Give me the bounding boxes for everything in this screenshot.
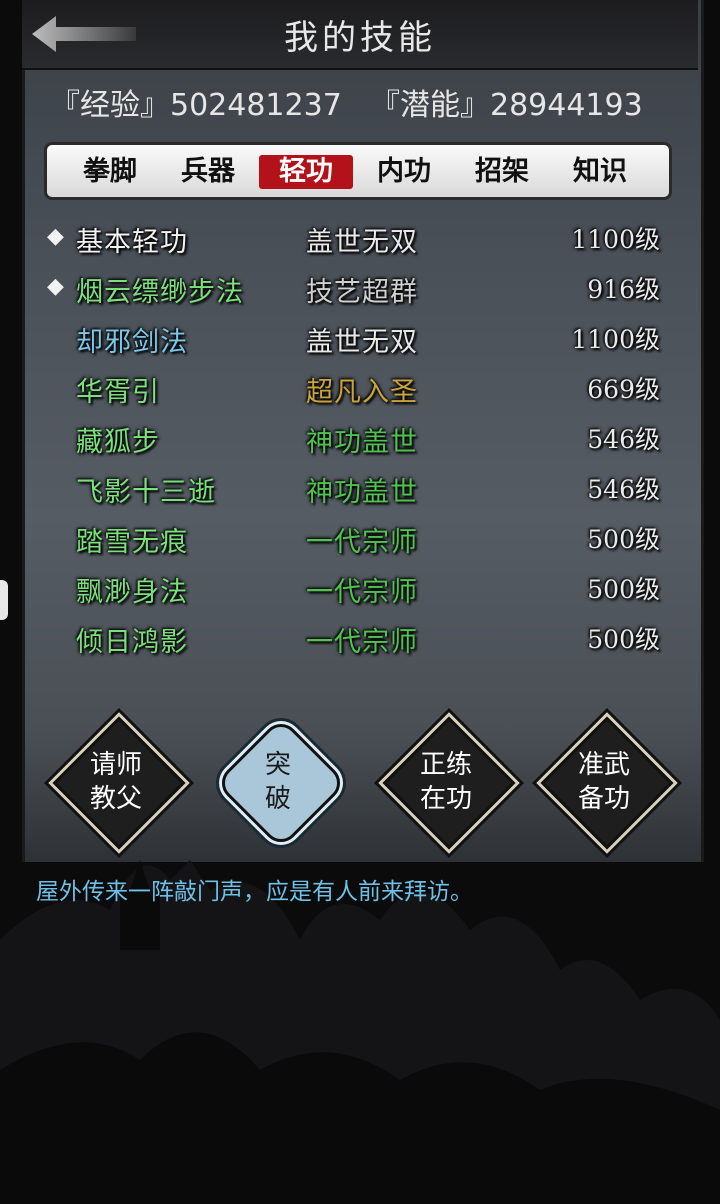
skill-row[interactable]: 飘渺身法 一代宗师 500级: [44, 562, 672, 612]
skill-rank: 神功盖世: [306, 427, 418, 458]
label-line-2: 破: [264, 784, 291, 814]
tab-3[interactable]: 内功: [357, 155, 451, 189]
skill-name: 却邪剑法: [76, 327, 188, 358]
tab-0[interactable]: 拳脚: [63, 155, 157, 189]
label-line-2: 教父: [89, 784, 142, 814]
skill-rank: 盖世无双: [306, 227, 418, 258]
skill-level: 500级: [587, 575, 660, 604]
tab-1[interactable]: 兵器: [161, 155, 255, 189]
skill-row[interactable]: 却邪剑法 盖世无双 1100级: [44, 312, 672, 362]
skill-level: 669级: [587, 375, 660, 404]
label-line-1: 准武: [577, 750, 630, 780]
skill-level: 1100级: [571, 225, 660, 254]
label-line-2: 备功: [577, 784, 630, 814]
page-title: 我的技能: [284, 18, 436, 58]
side-handle[interactable]: [0, 580, 8, 620]
action-button-label: 准武 备功: [542, 748, 666, 816]
skill-rank: 一代宗师: [306, 627, 418, 658]
label-line-2: 在功: [419, 784, 472, 814]
skill-row[interactable]: 倾日鸿影 一代宗师 500级: [44, 612, 672, 662]
selected-marker-icon: ◆: [47, 274, 64, 299]
skill-level: 546级: [587, 475, 660, 504]
skill-row[interactable]: 藏狐步 神功盖世 546级: [44, 412, 672, 462]
skill-category-tabs: 拳脚 兵器 轻功 内功 招架 知识: [44, 142, 672, 200]
skill-row[interactable]: 华胥引 超凡入圣 669级: [44, 362, 672, 412]
tab-4[interactable]: 招架: [455, 155, 549, 189]
skill-level: 500级: [587, 625, 660, 654]
skill-rank: 盖世无双: [306, 327, 418, 358]
action-button-label: 正练 在功: [384, 748, 508, 816]
event-message: 屋外传来一阵敲门声，应是有人前来拜访。: [36, 879, 473, 905]
skill-row[interactable]: 踏雪无痕 一代宗师 500级: [44, 512, 672, 562]
skill-list: ◆ 基本轻功 盖世无双 1100级 ◆ 烟云缥缈步法 技艺超群 916级 却邪剑法 盖世无双 110…: [44, 212, 672, 688]
skill-rank: 一代宗师: [306, 527, 418, 558]
skill-name: 藏狐步: [76, 427, 160, 458]
skill-row[interactable]: ◆ 基本轻功 盖世无双 1100级: [44, 212, 672, 262]
skill-name: 倾日鸿影: [76, 627, 188, 658]
skill-level: 1100级: [571, 325, 660, 354]
action-button-label: 请师 教父: [54, 748, 178, 816]
skill-name: 华胥引: [76, 377, 160, 408]
experience-value: 『经验』502481237: [50, 88, 342, 123]
skill-name: 飘渺身法: [76, 577, 188, 608]
skill-row[interactable]: ◆ 烟云缥缈步法 技艺超群 916级: [44, 262, 672, 312]
skill-rank: 超凡入圣: [306, 377, 418, 408]
potential-value: 『潜能』28944193: [370, 88, 643, 123]
skill-rank: 一代宗师: [306, 577, 418, 608]
skill-level: 916级: [587, 275, 660, 304]
skill-level: 500级: [587, 525, 660, 554]
label-line-1: 突: [264, 750, 291, 780]
skill-name: 踏雪无痕: [76, 527, 188, 558]
skill-name: 基本轻功: [76, 227, 188, 258]
skill-rank: 技艺超群: [306, 277, 418, 308]
selected-marker-icon: ◆: [47, 224, 64, 249]
skill-rank: 神功盖世: [306, 477, 418, 508]
action-button-label: 突破: [216, 748, 340, 816]
stats-bar: 『经验』502481237 『潜能』28944193: [50, 80, 680, 123]
skill-row[interactable]: 飞影十三逝 神功盖世 546级: [44, 462, 672, 512]
skill-name: 飞影十三逝: [76, 477, 216, 508]
label-line-1: 正练: [419, 750, 472, 780]
label-line-1: 请师: [89, 750, 142, 780]
tab-5[interactable]: 知识: [553, 155, 647, 189]
tab-2[interactable]: 轻功: [259, 155, 353, 189]
skill-level: 546级: [587, 425, 660, 454]
skill-name: 烟云缥缈步法: [76, 277, 244, 308]
